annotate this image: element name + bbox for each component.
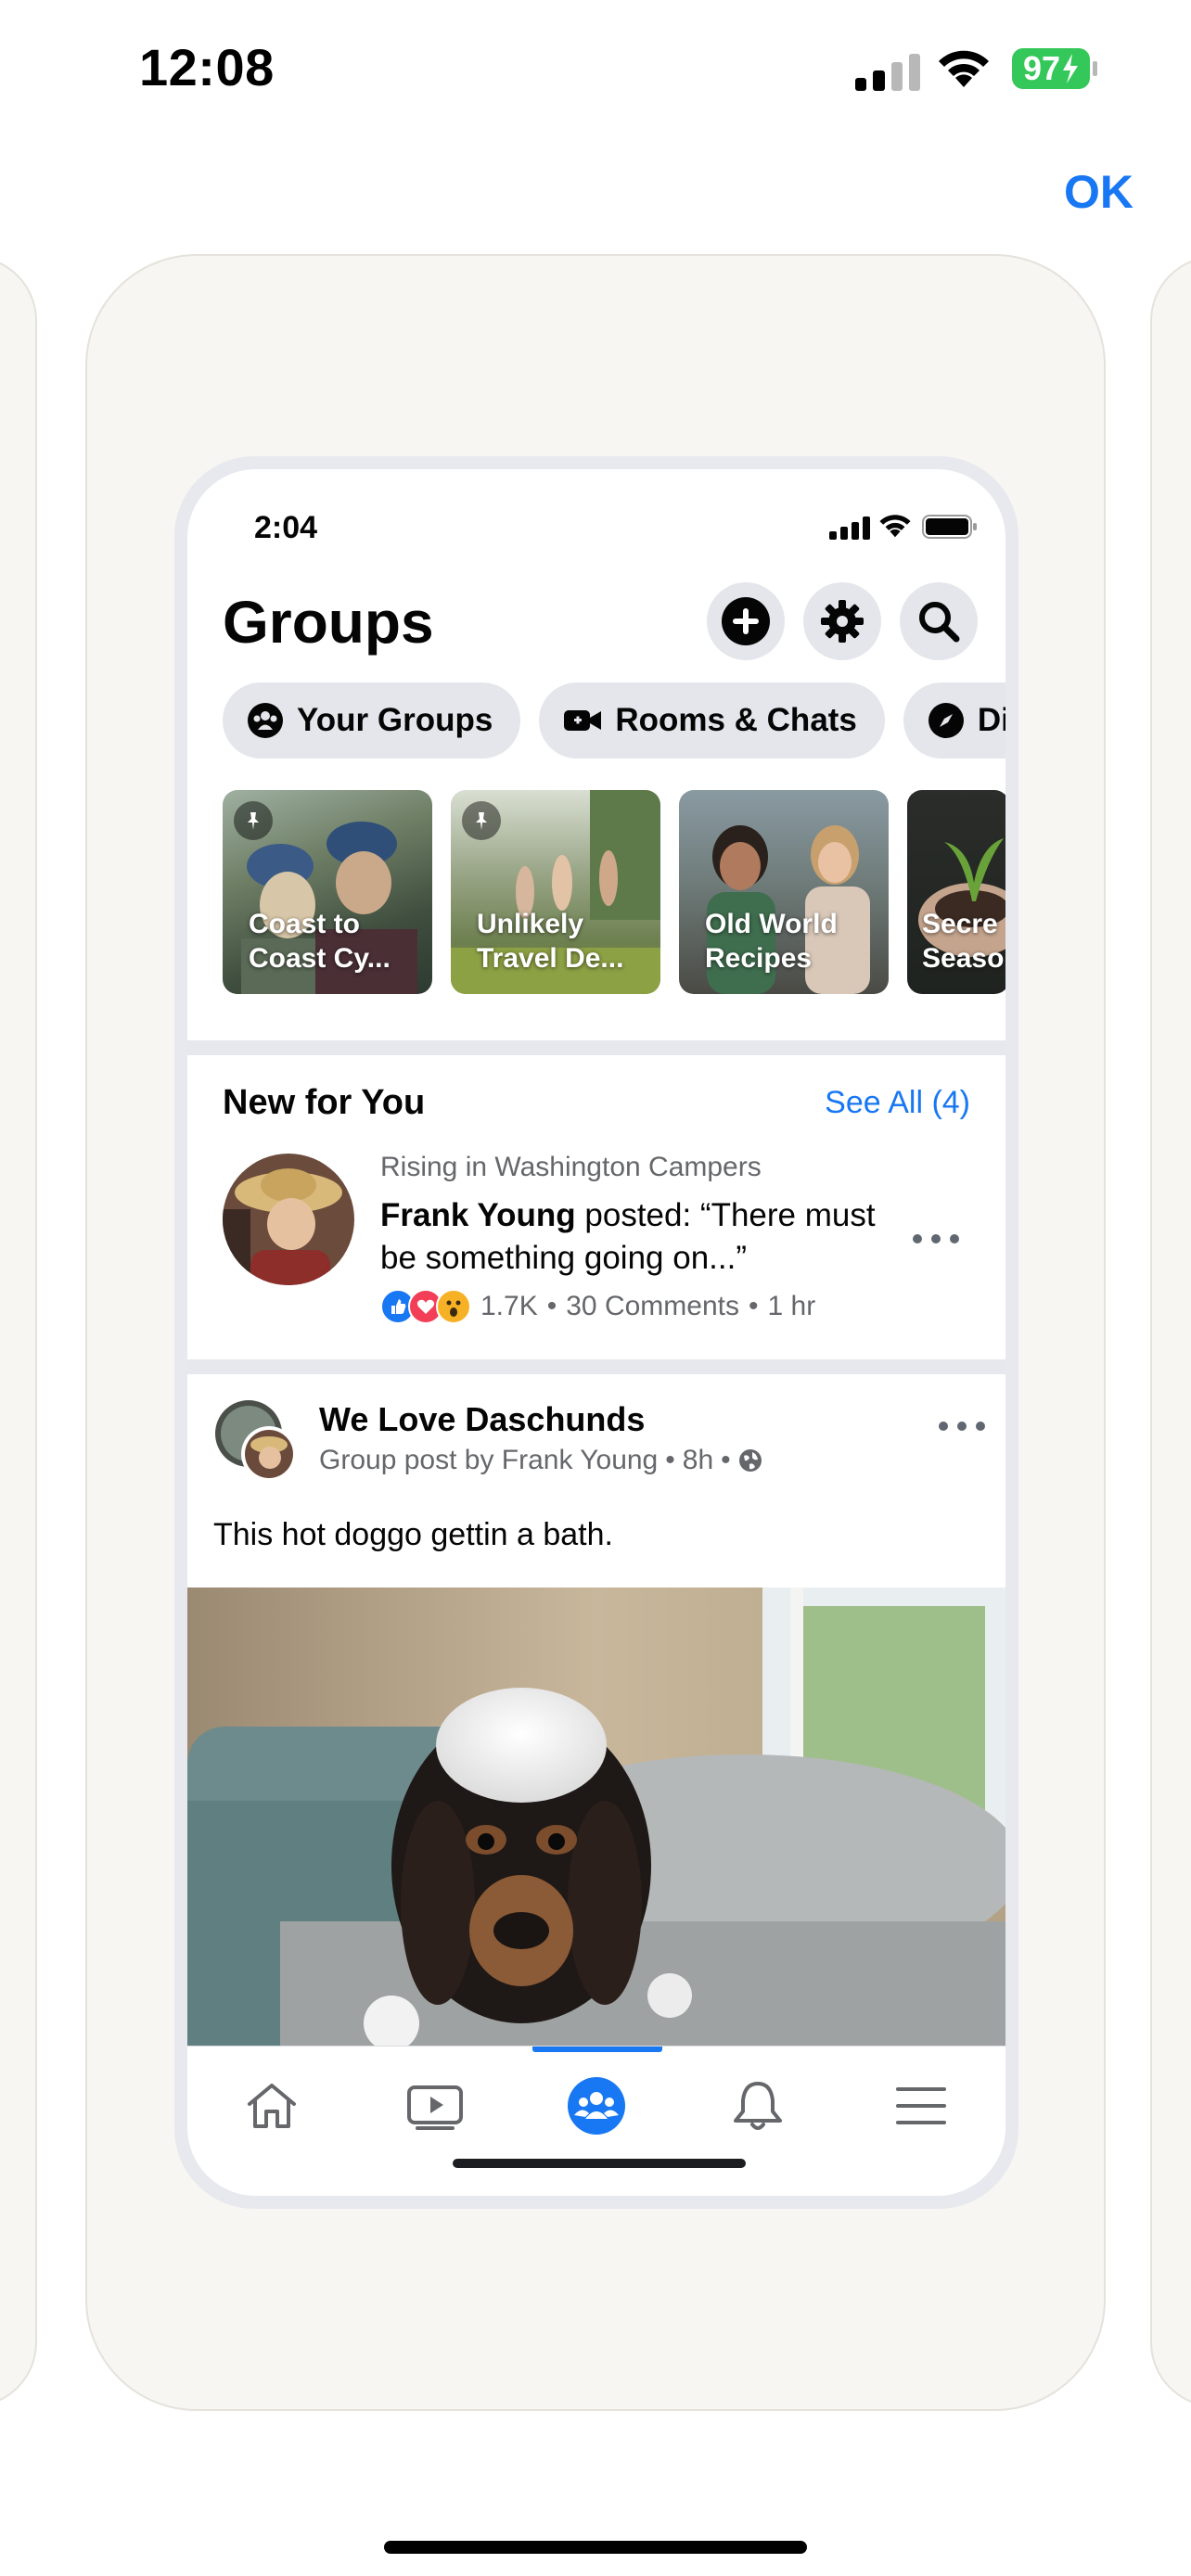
group-tile[interactable]: Old World Recipes <box>679 790 889 994</box>
phone-mockup: 2:04 Groups Your Groups Rooms & Chats D … <box>174 456 1018 2209</box>
wow-reaction-icon <box>436 1289 471 1324</box>
pin-icon <box>462 801 501 840</box>
new-for-you-title: New for You <box>223 1083 426 1122</box>
bottom-tab-bar <box>187 2046 1005 2196</box>
tab-home[interactable] <box>230 2069 314 2143</box>
phone-status-time: 2:04 <box>254 510 318 545</box>
post-byline: Group post by Frank Young <box>319 1445 659 1475</box>
active-tab-indicator <box>532 2047 662 2052</box>
cellular-signal-icon <box>855 52 920 91</box>
phone-battery-icon <box>922 515 977 539</box>
add-icon <box>722 597 770 645</box>
wifi-icon <box>939 50 989 87</box>
group-tile-label: Old World Recipes <box>705 909 838 974</box>
group-tile-label: Coast to Coast Cy... <box>249 909 391 974</box>
group-filter-pills: Your Groups Rooms & Chats D <box>223 682 1005 759</box>
tab-watch[interactable] <box>393 2069 477 2143</box>
post-photo[interactable] <box>187 1588 1005 2046</box>
groups-icon <box>248 703 283 738</box>
rooms-chats-pill[interactable]: Rooms & Chats <box>539 682 885 759</box>
post-subtitle: Group post by Frank Young • 8h • <box>319 1445 762 1476</box>
next-card[interactable] <box>1150 256 1191 2407</box>
settings-button[interactable] <box>803 582 881 660</box>
tab-notifications[interactable] <box>716 2069 800 2143</box>
group-tile[interactable]: Coast to Coast Cy... <box>223 790 432 994</box>
more-options-icon[interactable] <box>939 1417 985 1435</box>
menu-icon <box>896 2087 946 2124</box>
new-for-you-context: Rising in Washington Campers <box>380 1152 762 1182</box>
separator-dot: • <box>748 1291 759 1321</box>
post-author: Frank Young <box>380 1197 576 1233</box>
more-options-icon[interactable] <box>913 1230 959 1248</box>
new-for-you-post-text[interactable]: Frank Young posted: “There must be somet… <box>380 1194 881 1280</box>
separator-dot: • <box>665 1445 675 1475</box>
notifications-bell-icon <box>734 2082 782 2130</box>
battery-icon: 97 <box>1011 46 1098 91</box>
previous-card[interactable] <box>0 256 37 2407</box>
screen-root: 12:08 97 OK 2:04 Groups Your Groups Room… <box>0 0 1191 2576</box>
battery-percent: 97 <box>1022 49 1061 87</box>
groups-icon <box>568 2077 625 2135</box>
post-text: This hot doggo gettin a bath. <box>213 1517 613 1552</box>
home-indicator[interactable] <box>384 2541 807 2554</box>
your-groups-pill[interactable]: Your Groups <box>223 682 521 759</box>
pill-label: Rooms & Chats <box>615 702 857 738</box>
home-icon <box>248 2084 296 2128</box>
section-divider <box>187 1359 1005 1374</box>
status-time: 12:08 <box>139 38 275 96</box>
search-icon <box>919 602 960 643</box>
section-divider <box>187 1040 1005 1055</box>
compass-icon <box>928 703 964 738</box>
group-avatar[interactable] <box>213 1398 299 1484</box>
discover-pill[interactable]: Dis <box>903 682 1005 759</box>
group-tile[interactable]: Unlikely Travel De... <box>451 790 660 994</box>
post-group-name[interactable]: We Love Daschunds <box>319 1400 645 1439</box>
reactions-count: 1.7K <box>480 1291 538 1321</box>
watch-video-icon <box>407 2085 463 2130</box>
phone-screen: 2:04 Groups Your Groups Rooms & Chats D … <box>187 469 1005 2196</box>
phone-signal-icon <box>829 516 870 540</box>
ok-button[interactable]: OK <box>1064 165 1133 219</box>
pill-label: Dis <box>977 702 1005 738</box>
phone-wifi-icon <box>879 515 911 538</box>
page-title: Groups <box>223 589 434 656</box>
create-button[interactable] <box>707 582 785 660</box>
group-tile[interactable]: Secre Seaso <box>907 790 1005 994</box>
reactions[interactable] <box>380 1289 471 1324</box>
dog-bath-photo <box>187 1588 1005 2046</box>
pill-label: Your Groups <box>297 702 493 738</box>
separator-dot: • <box>546 1291 557 1321</box>
post-time: 8h <box>682 1445 714 1475</box>
settings-gear-icon <box>821 600 864 643</box>
comments-count[interactable]: 30 Comments <box>566 1291 739 1322</box>
search-button[interactable] <box>900 582 978 660</box>
pin-icon <box>234 801 273 840</box>
group-tile-label: Secre Seaso <box>922 909 1005 974</box>
separator-dot: • <box>721 1445 731 1475</box>
post-time: 1 hr <box>767 1291 816 1321</box>
video-camera-icon <box>564 710 602 731</box>
avatar[interactable] <box>223 1154 354 1285</box>
post-engagement: 1.7K • 30 Comments • 1 hr <box>380 1289 815 1324</box>
globe-icon <box>738 1449 762 1472</box>
phone-home-indicator <box>453 2159 746 2168</box>
pinned-groups-carousel: Coast to Coast Cy... Unlikely Travel De.… <box>223 790 1005 994</box>
group-tile-label: Unlikely Travel De... <box>477 909 624 974</box>
see-all-link[interactable]: See All (4) <box>825 1085 970 1121</box>
tab-groups[interactable] <box>555 2069 638 2143</box>
tab-menu[interactable] <box>879 2069 963 2143</box>
